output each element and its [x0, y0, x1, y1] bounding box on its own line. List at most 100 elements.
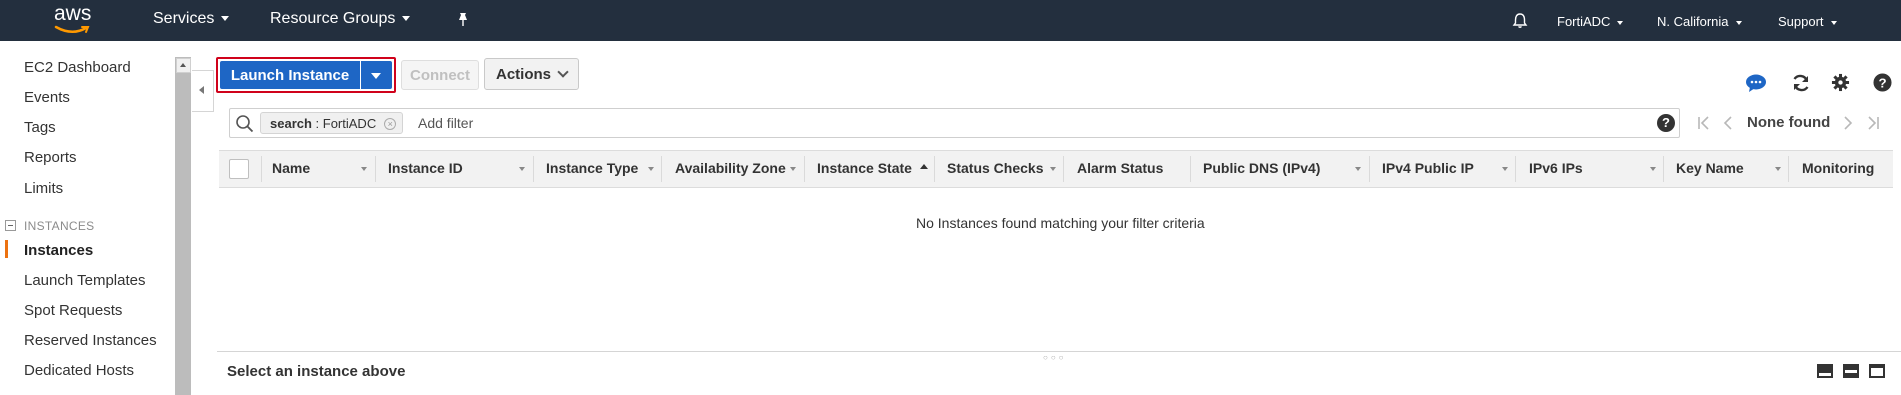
services-label: Services	[153, 10, 215, 27]
sort-icon[interactable]	[1502, 167, 1508, 171]
chevron-down-icon	[221, 16, 230, 22]
sort-icon[interactable]	[519, 167, 525, 171]
column-divider[interactable]	[533, 156, 534, 182]
column-instance-state[interactable]: Instance State	[817, 160, 912, 176]
last-page-icon[interactable]	[1866, 116, 1880, 130]
sidebar-item-limits[interactable]: Limits	[24, 180, 63, 197]
sidebar-item-tags[interactable]: Tags	[24, 119, 56, 136]
search-icon	[236, 115, 254, 133]
services-menu[interactable]: Services	[153, 10, 230, 28]
aws-smile-icon	[54, 25, 90, 33]
actions-label: Actions	[495, 65, 551, 83]
resource-groups-label: Resource Groups	[270, 10, 396, 27]
filter-help-icon[interactable]: ?	[1657, 114, 1675, 132]
sidebar-item-launch-templates[interactable]: Launch Templates	[24, 272, 145, 289]
column-key-name[interactable]: Key Name	[1676, 160, 1744, 176]
sidebar-item-instances[interactable]: Instances	[24, 242, 93, 259]
column-divider[interactable]	[1190, 156, 1191, 182]
column-divider[interactable]	[804, 156, 805, 182]
empty-state-message: No Instances found matching your filter …	[916, 215, 1205, 231]
sort-icon[interactable]	[361, 167, 367, 171]
svg-text:?: ?	[1878, 75, 1886, 90]
column-divider[interactable]	[934, 156, 935, 182]
help-icon[interactable]: ?	[1873, 73, 1892, 92]
search-input[interactable]: Add filter	[418, 115, 473, 131]
gear-icon[interactable]	[1831, 73, 1850, 92]
sidebar-item-dedicated-hosts[interactable]: Dedicated Hosts	[24, 362, 134, 379]
filter-token[interactable]: search : FortiADC ×	[260, 112, 404, 134]
launch-dropdown-button[interactable]	[361, 61, 392, 89]
chevron-down-icon	[402, 16, 411, 22]
drag-handle-icon[interactable]: ○○○	[1043, 353, 1067, 362]
sort-icon[interactable]	[1355, 167, 1361, 171]
column-name[interactable]: Name	[272, 160, 310, 176]
account-label: FortiADC	[1557, 14, 1611, 29]
sidebar-section-instances: INSTANCES	[24, 219, 95, 233]
details-title: Select an instance above	[227, 363, 406, 380]
column-divider[interactable]	[1063, 156, 1064, 182]
chevron-down-icon	[1735, 20, 1742, 25]
sidebar-item-events[interactable]: Events	[24, 89, 70, 106]
column-divider	[261, 156, 262, 182]
column-divider[interactable]	[1369, 156, 1370, 182]
aws-logo[interactable]: aws	[52, 2, 98, 36]
collapse-section-icon[interactable]	[5, 220, 16, 231]
chevron-down-icon	[1830, 20, 1837, 25]
sort-icon[interactable]	[1050, 167, 1056, 171]
sidebar-item-ec2-dashboard[interactable]: EC2 Dashboard	[24, 59, 131, 76]
column-divider[interactable]	[1663, 156, 1664, 182]
support-label: Support	[1778, 14, 1824, 29]
layout-full-icon[interactable]	[1869, 364, 1885, 378]
sidebar-item-reports[interactable]: Reports	[24, 149, 77, 166]
sidebar-item-reserved-instances[interactable]: Reserved Instances	[24, 332, 157, 349]
column-status-checks[interactable]: Status Checks	[947, 160, 1043, 176]
chevron-down-icon	[557, 66, 569, 78]
sort-icon[interactable]	[1775, 167, 1781, 171]
column-alarm-status[interactable]: Alarm Status	[1077, 160, 1163, 176]
support-menu[interactable]: Support	[1778, 14, 1837, 29]
sidebar: EC2 Dashboard Events Tags Reports Limits…	[0, 41, 175, 395]
launch-instance-button[interactable]: Launch Instance	[220, 61, 360, 89]
pagination-status: None found	[1747, 114, 1831, 131]
layout-split-icon[interactable]	[1843, 364, 1859, 378]
remove-filter-icon[interactable]: ×	[384, 118, 397, 130]
column-public-dns[interactable]: Public DNS (IPv4)	[1203, 160, 1320, 176]
sort-icon[interactable]	[648, 167, 654, 171]
sort-ascending-icon[interactable]	[920, 164, 928, 169]
table-header	[219, 150, 1893, 188]
column-instance-type[interactable]: Instance Type	[546, 160, 638, 176]
connect-button[interactable]: Connect	[401, 60, 479, 90]
sidebar-item-spot-requests[interactable]: Spot Requests	[24, 302, 122, 319]
account-menu[interactable]: FortiADC	[1557, 14, 1624, 29]
select-all-checkbox[interactable]	[229, 159, 249, 179]
actions-button[interactable]: Actions	[484, 58, 579, 90]
details-splitter[interactable]	[217, 351, 1901, 352]
column-divider[interactable]	[661, 156, 662, 182]
sidebar-scrollbar[interactable]	[175, 57, 191, 395]
active-indicator	[5, 240, 8, 258]
region-label: N. California	[1657, 14, 1729, 29]
column-instance-id[interactable]: Instance ID	[388, 160, 463, 176]
refresh-icon[interactable]	[1791, 73, 1811, 93]
chat-icon[interactable]	[1745, 73, 1767, 93]
column-divider[interactable]	[375, 156, 376, 182]
pin-icon[interactable]	[456, 12, 470, 28]
region-menu[interactable]: N. California	[1657, 14, 1742, 29]
sort-icon[interactable]	[790, 167, 796, 171]
collapse-sidebar-icon[interactable]	[192, 70, 214, 112]
prev-page-icon[interactable]	[1722, 116, 1734, 130]
aws-logo-text: aws	[54, 2, 92, 25]
next-page-icon[interactable]	[1842, 116, 1854, 130]
scroll-up-icon[interactable]	[176, 58, 191, 73]
first-page-icon[interactable]	[1697, 116, 1711, 130]
resource-groups-menu[interactable]: Resource Groups	[270, 10, 411, 28]
column-divider[interactable]	[1515, 156, 1516, 182]
column-ipv6-ips[interactable]: IPv6 IPs	[1529, 160, 1583, 176]
bell-icon[interactable]	[1512, 12, 1528, 29]
column-divider[interactable]	[1788, 156, 1789, 182]
column-monitoring[interactable]: Monitoring	[1802, 160, 1874, 176]
column-availability-zone[interactable]: Availability Zone	[675, 160, 786, 176]
sort-icon[interactable]	[1650, 167, 1656, 171]
layout-bottom-icon[interactable]	[1817, 364, 1833, 378]
column-ipv4-public-ip[interactable]: IPv4 Public IP	[1382, 160, 1474, 176]
